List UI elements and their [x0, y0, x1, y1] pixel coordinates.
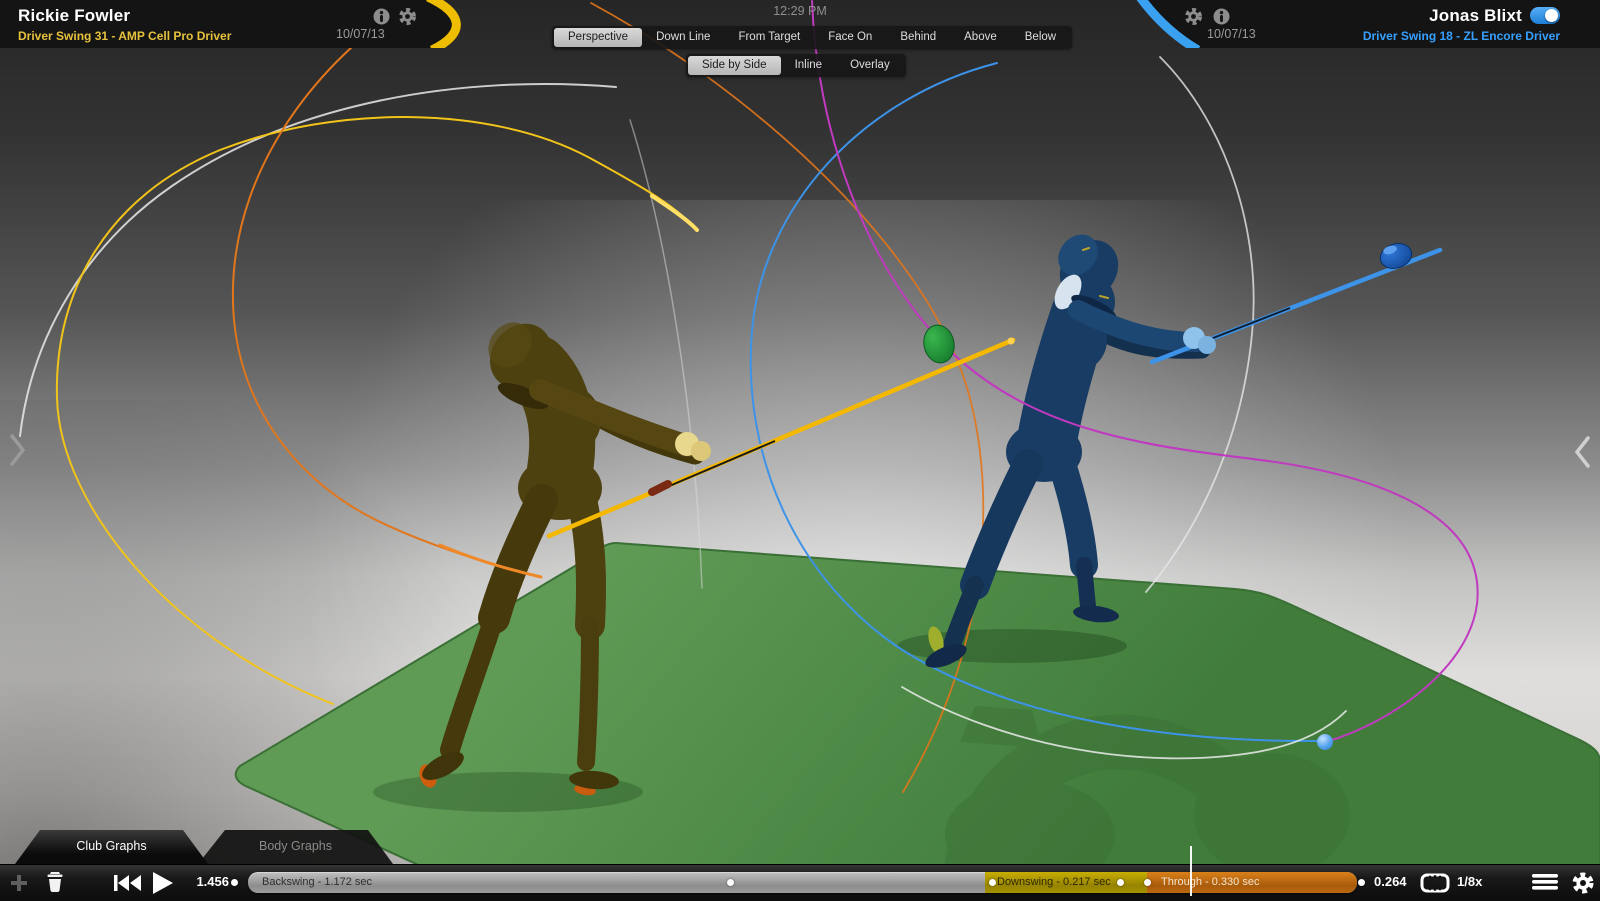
segment-backswing-label: Backswing - 1.172 sec: [262, 872, 372, 893]
film-frame-icon[interactable]: [1420, 873, 1450, 893]
settings-gear-icon[interactable]: [1571, 871, 1595, 895]
left-glove-2: [691, 441, 711, 461]
timeline-marker[interactable]: [231, 879, 238, 886]
end-time: 0.264: [1374, 864, 1407, 900]
segment-downswing-label: Downswing - 0.217 sec: [997, 872, 1111, 893]
left-player-swing: Driver Swing 31 - AMP Cell Pro Driver: [18, 29, 231, 43]
display-mode-tabs: Side by Side Inline Overlay: [686, 54, 906, 77]
play-button[interactable]: [152, 871, 174, 895]
tab-from-target[interactable]: From Target: [724, 28, 814, 47]
right-glove-2: [1198, 336, 1216, 354]
playback-speed[interactable]: 1/8x: [1457, 864, 1482, 900]
timeline-marker[interactable]: [1117, 879, 1124, 886]
tab-body-graphs[interactable]: Body Graphs: [198, 830, 393, 864]
timeline-marker[interactable]: [1144, 879, 1151, 886]
right-player-swing: Driver Swing 18 - ZL Encore Driver: [1363, 29, 1560, 43]
tab-club-graphs[interactable]: Club Graphs: [15, 830, 208, 864]
left-panel-chevron-icon[interactable]: [6, 432, 28, 468]
tab-overlay[interactable]: Overlay: [836, 56, 904, 75]
3d-viewport[interactable]: [0, 0, 1600, 900]
tab-inline[interactable]: Inline: [781, 56, 837, 75]
tab-behind[interactable]: Behind: [886, 28, 950, 47]
timeline-marker[interactable]: [727, 879, 734, 886]
trash-icon[interactable]: [45, 870, 65, 894]
right-panel-chevron-icon[interactable]: [1572, 434, 1594, 470]
menu-icon[interactable]: [1532, 874, 1559, 890]
timeline-marker[interactable]: [1358, 879, 1365, 886]
current-time: 1.456: [185, 864, 229, 900]
timeline-marker[interactable]: [989, 879, 996, 886]
right-date: 10/07/13: [1207, 27, 1256, 41]
left-date: 10/07/13: [336, 27, 385, 41]
tab-above[interactable]: Above: [950, 28, 1011, 47]
camera-view-tabs: Perspective Down Line From Target Face O…: [552, 26, 1072, 49]
playhead[interactable]: [1190, 846, 1192, 896]
tab-perspective[interactable]: Perspective: [554, 28, 642, 47]
tab-side-by-side[interactable]: Side by Side: [688, 56, 781, 75]
tab-face-on[interactable]: Face On: [814, 28, 886, 47]
clock: 12:29 PM: [0, 4, 1600, 18]
rewind-button[interactable]: [114, 874, 142, 892]
golf-ball: [1317, 734, 1333, 750]
add-swing-button[interactable]: [8, 872, 30, 894]
tab-down-line[interactable]: Down Line: [642, 28, 724, 47]
segment-through-label: Through - 0.330 sec: [1161, 872, 1259, 893]
tab-below[interactable]: Below: [1011, 28, 1070, 47]
